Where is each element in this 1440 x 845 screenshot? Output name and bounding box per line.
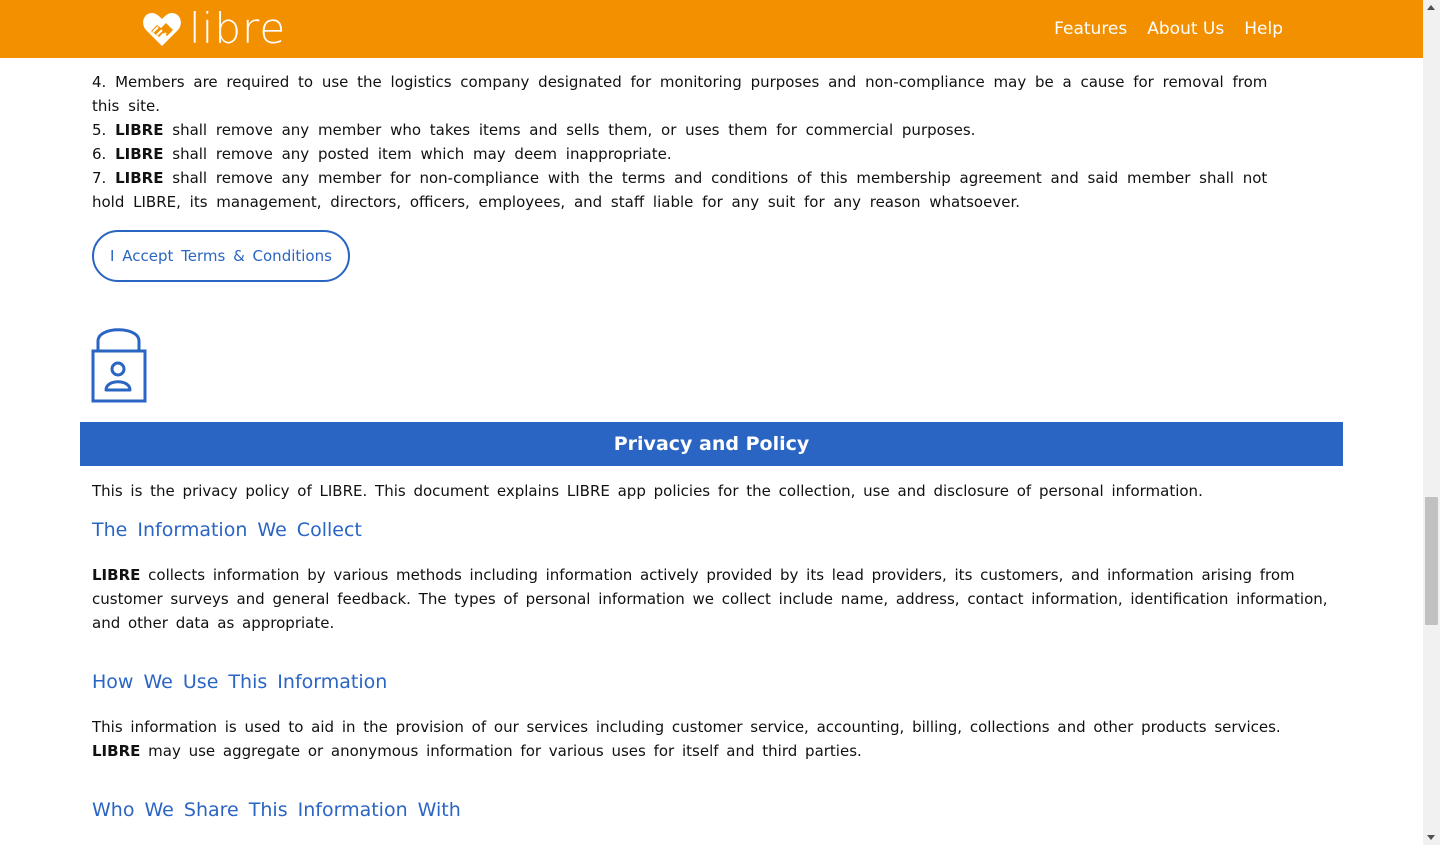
scroll-up-arrow-icon[interactable] xyxy=(1427,5,1435,10)
terms-item: 7. LIBRE shall remove any member for non… xyxy=(92,169,1268,211)
terms-item: 6. LIBRE shall remove any posted item wh… xyxy=(92,145,672,163)
handshake-heart-icon xyxy=(142,10,182,48)
section-heading-collect: The Information We Collect xyxy=(92,519,362,541)
terms-list: 4. Members are required to use the logis… xyxy=(92,70,1272,214)
accept-terms-button[interactable]: I Accept Terms & Conditions xyxy=(92,230,350,282)
privacy-policy-title: Privacy and Policy xyxy=(613,433,810,455)
section-heading-share: Who We Share This Information With xyxy=(92,799,461,821)
scroll-down-arrow-icon[interactable] xyxy=(1427,835,1435,840)
nav-about-us[interactable]: About Us xyxy=(1147,18,1224,40)
terms-item: 5. LIBRE shall remove any member who tak… xyxy=(92,121,976,139)
nav-help[interactable]: Help xyxy=(1244,18,1283,40)
privacy-policy-banner: Privacy and Policy xyxy=(80,422,1343,466)
scrollbar-thumb[interactable] xyxy=(1425,497,1438,625)
page-scrollbar[interactable] xyxy=(1423,0,1440,845)
terms-item: 4. Members are required to use the logis… xyxy=(92,73,1268,115)
section-body-collect: LIBRE collects information by various me… xyxy=(92,566,1328,632)
privacy-intro: This is the privacy policy of LIBRE. Thi… xyxy=(92,482,1203,500)
nav-features[interactable]: Features xyxy=(1054,18,1127,40)
brand-logo[interactable]: libre xyxy=(142,4,287,53)
section-heading-use: How We Use This Information xyxy=(92,671,388,693)
main-nav: Features About Us Help xyxy=(1034,18,1283,40)
top-navbar: libre Features About Us Help xyxy=(0,0,1423,58)
section-body-use: This information is used to aid in the p… xyxy=(92,718,1281,760)
lock-user-icon xyxy=(91,322,147,408)
brand-name: libre xyxy=(189,4,287,53)
